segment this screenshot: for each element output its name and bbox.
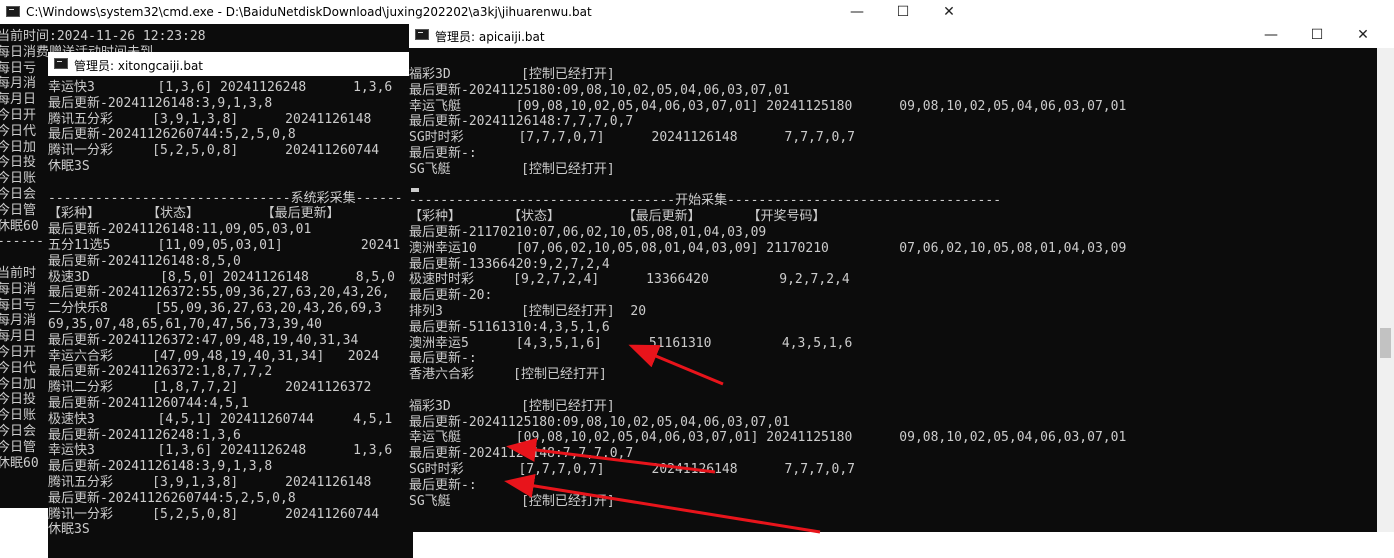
console-line: 最后更新-21170210:07,06,02,10,05,08,01,04,03… — [409, 224, 767, 240]
title-bar[interactable]: 管理员: apicaiji.bat — ☐ ✕ — [409, 22, 1394, 48]
console-line: 幸运快3 [1,3,6] 20241126248 1,3,6 — [48, 443, 393, 459]
console-line: 幸运快3 [1,3,6] 20241126248 1,3,6 — [48, 80, 393, 95]
console-line: SG时时彩 [7,7,7,0,7] 20241126148 7,7,7,0,7 — [409, 461, 855, 477]
console-line: 幸运飞艇 [09,08,10,02,05,04,06,03,07,01] 202… — [409, 98, 1127, 114]
cmd-window-xitongcaiji[interactable]: 管理员: xitongcaiji.bat 幸运快3 [1,3,6] 202411… — [48, 52, 413, 558]
console-line: 腾讯二分彩 [1,8,7,7,2] 20241126372 — [48, 380, 372, 396]
console-line: 最后更新-20241126148:3,9,1,3,8 — [48, 95, 273, 111]
console-line: 最后更新-20241126148:3,9,1,3,8 — [48, 459, 273, 475]
window-title: 管理员: xitongcaiji.bat — [74, 59, 204, 73]
maximize-button[interactable]: ☐ — [880, 0, 926, 24]
console-line: -------------------------------系统彩采集----… — [48, 190, 403, 206]
console-line: 最后更新-20241125180:09,08,10,02,05,04,06,03… — [409, 82, 790, 98]
console-line: 最后更新-20241126260744:5,2,5,0,8 — [48, 127, 296, 143]
title-bar[interactable]: 管理员: xitongcaiji.bat — [48, 52, 413, 76]
console-line: 最后更新-20241125180:09,08,10,02,05,04,06,03… — [409, 414, 790, 430]
console-line: ----------------------------------开始采集--… — [409, 193, 1002, 209]
maximize-button[interactable]: ☐ — [1294, 22, 1340, 46]
console-line: 69,35,07,48,65,61,70,47,56,73,39,40 — [48, 316, 322, 332]
console-line: 最后更新-20241126260744:5,2,5,0,8 — [48, 490, 296, 506]
console-line: 腾讯五分彩 [3,9,1,3,8] 20241126148 3,9 — [48, 111, 413, 127]
console-line: 最后更新-13366420:9,2,7,2,4 — [409, 256, 610, 272]
console-line: 五分11选5 [11,09,05,03,01] 20241 — [48, 237, 401, 253]
console-line: 极速3D [8,5,0] 20241126148 8,5,0 — [48, 269, 395, 285]
console-line: 福彩3D [控制已经打开] — [409, 67, 615, 82]
cmd-window-apicaiji[interactable]: 管理员: apicaiji.bat — ☐ ✕ 福彩3D [控制已经打开] 最后更… — [409, 22, 1394, 532]
vertical-scrollbar[interactable] — [1377, 48, 1394, 532]
console-line: 极速时时彩 [9,2,7,2,4] 13366420 9,2,7,2,4 — [409, 272, 850, 288]
console-line: 排列3 [控制已经打开] 20 — [409, 303, 647, 319]
console-line: SG飞艇 [控制已经打开] — [409, 161, 615, 177]
console-line: SG飞艇 [控制已经打开] — [409, 493, 615, 509]
console-line: 最后更新-20241126372:47,09,48,19,40,31,34 — [48, 332, 359, 348]
window-title: C:\Windows\system32\cmd.exe - D:\BaiduNe… — [26, 5, 592, 19]
console-line: 极速快3 [4,5,1] 202411260744 4,5,1 — [48, 411, 393, 427]
console-line: 福彩3D [控制已经打开] — [409, 398, 615, 414]
console-line: 最后更新-202411260744:4,5,1 — [48, 395, 249, 411]
console-output: 福彩3D [控制已经打开] 最后更新-20241125180:09,08,10,0… — [409, 67, 1377, 532]
console-line: 【彩种】 【状态】 【最后更新】 【开奖号码】 — [409, 209, 826, 225]
text-cursor — [411, 188, 419, 192]
console-line: 腾讯一分彩 [5,2,5,0,8] 202411260744 — [48, 506, 380, 522]
minimize-button[interactable]: — — [834, 0, 880, 24]
console-line: 最后更新-20241126248:1,3,6 — [48, 427, 241, 443]
console-line: 最后更新-: — [409, 145, 477, 161]
close-button[interactable]: ✕ — [926, 0, 972, 24]
console-line: 【彩种】 【状态】 【最后更新】 — [48, 206, 340, 222]
console-line: 最后更新-20241126148:11,09,05,03,01 — [48, 222, 312, 238]
console-line: 最后更新-20241126148:8,5,0 — [48, 253, 241, 269]
console-line: 香港六合彩 [控制已经打开] — [409, 367, 607, 383]
scrollbar-thumb[interactable] — [1380, 328, 1391, 358]
console-icon — [6, 6, 20, 17]
console-line: 二分快乐8 [55,09,36,27,63,20,43,26,69,3 — [48, 301, 382, 317]
console-line: 腾讯一分彩 [5,2,5,0,8] 202411260744 5, — [48, 143, 413, 159]
console-line: 腾讯五分彩 [3,9,1,3,8] 20241126148 — [48, 474, 372, 490]
console-output: 幸运快3 [1,3,6] 20241126248 1,3,6 最后更新-20241… — [48, 80, 413, 558]
console-icon — [54, 58, 68, 69]
console-line: 最后更新-20241126148:7,7,7,0,7 — [409, 446, 634, 462]
console-line: 幸运飞艇 [09,08,10,02,05,04,06,03,07,01] 202… — [409, 430, 1127, 446]
console-line: 最后更新-20241126372:1,8,7,7,2 — [48, 364, 273, 380]
console-line: 休眠3S — [48, 522, 90, 538]
window-title: 管理员: apicaiji.bat — [435, 30, 545, 44]
console-line: 澳洲幸运10 [07,06,02,10,05,08,01,04,03,09] 2… — [409, 240, 1127, 256]
console-line: 最后更新-: — [409, 351, 477, 367]
console-line: 最后更新-51161310:4,3,5,1,6 — [409, 319, 610, 335]
console-icon — [415, 29, 429, 40]
console-line: 休眠3S — [48, 158, 90, 174]
close-button[interactable]: ✕ — [1340, 22, 1386, 46]
console-line: 最后更新-20241126372:55,09,36,27,63,20,43,26… — [48, 285, 390, 301]
minimize-button[interactable]: — — [1248, 22, 1294, 46]
console-line: 最后更新-: — [409, 477, 477, 493]
console-line: SG时时彩 [7,7,7,0,7] 20241126148 7,7,7,0,7 — [409, 130, 855, 146]
console-line: 幸运六合彩 [47,09,48,19,40,31,34] 2024 — [48, 348, 380, 364]
title-bar[interactable]: C:\Windows\system32\cmd.exe - D:\BaiduNe… — [0, 0, 975, 24]
console-line: 澳洲幸运5 [4,3,5,1,6] 51161310 4,3,5,1,6 — [409, 335, 853, 351]
console-line: 最后更新-20241126148:7,7,7,0,7 — [409, 114, 634, 130]
console-line: 最后更新-20: — [409, 288, 493, 304]
